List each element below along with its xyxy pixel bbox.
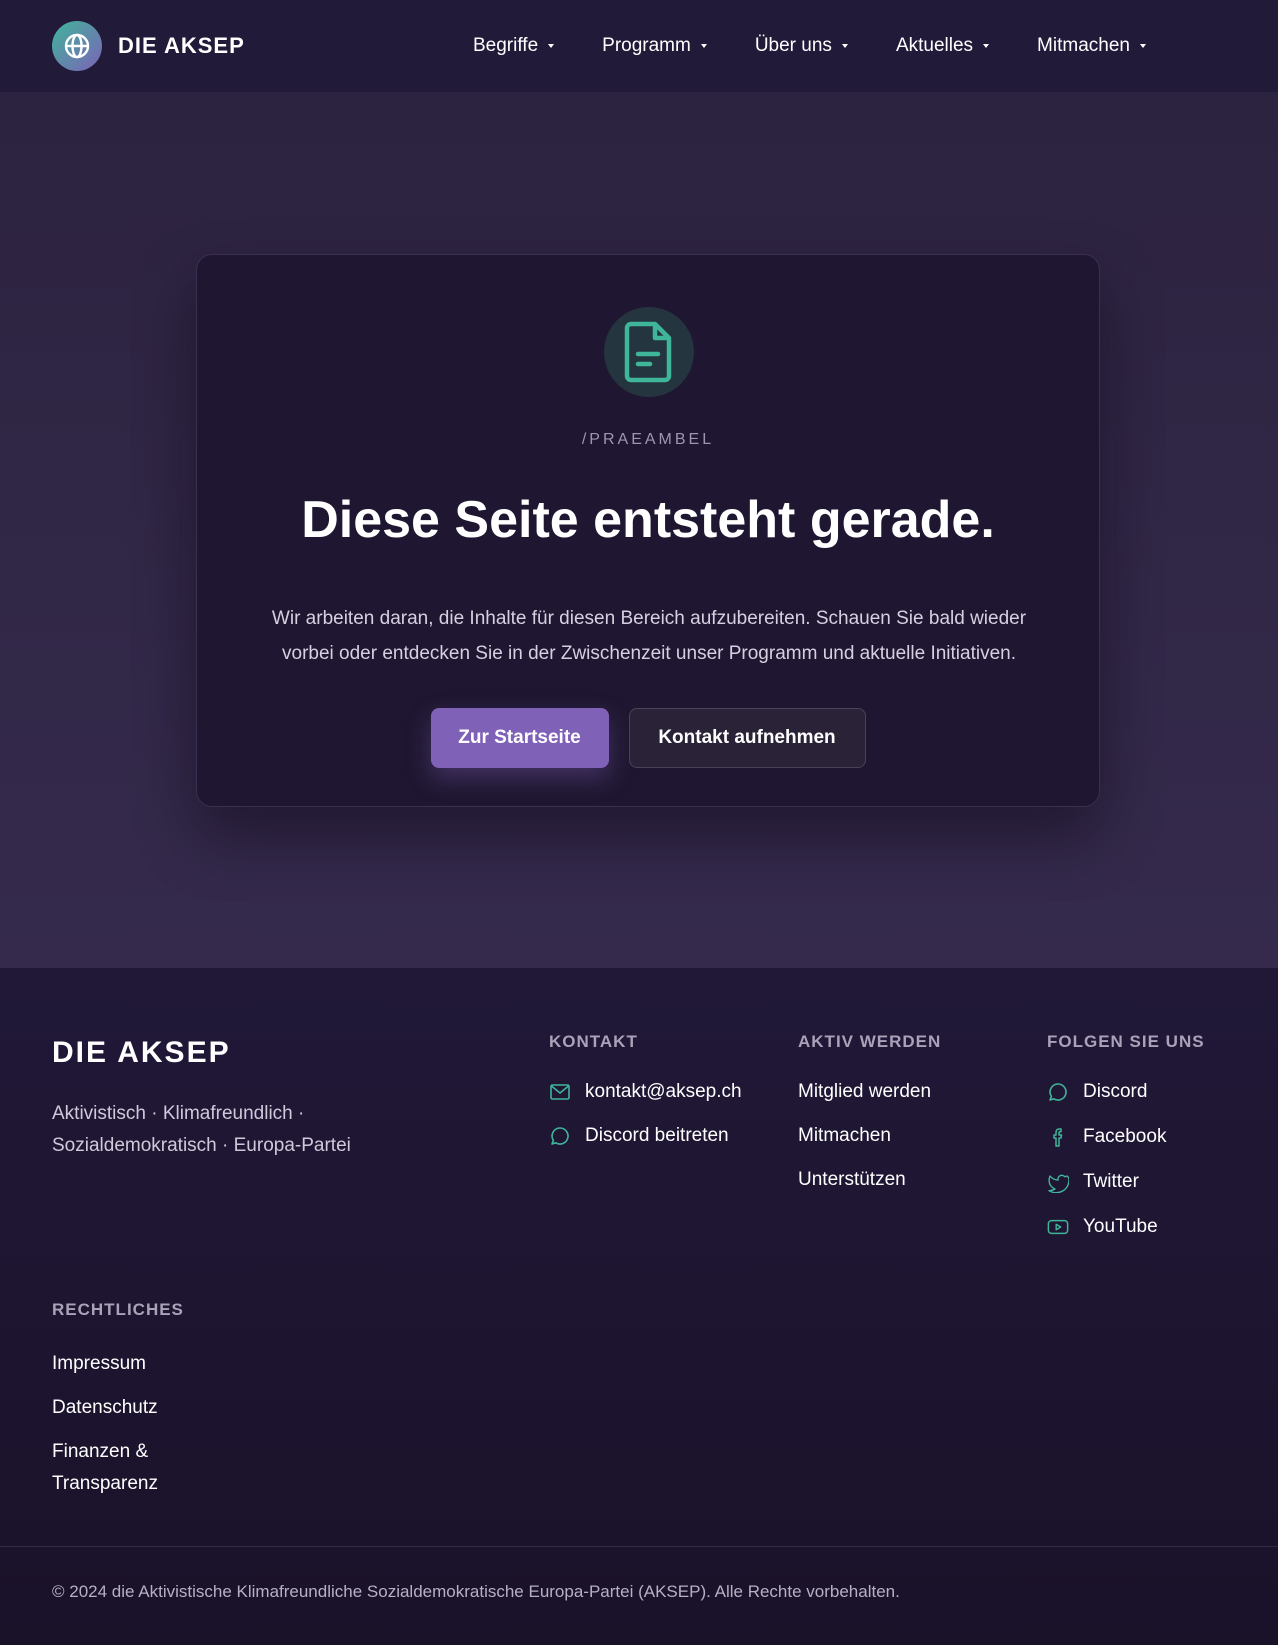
card-description: Wir arbeiten daran, die Inhalte für dies… [271, 608, 1027, 664]
imprint-link[interactable]: Impressum [52, 1348, 192, 1380]
route-label: /PRAEAMBEL [581, 431, 715, 448]
social-label: Discord [1083, 1081, 1148, 1102]
email-label: kontakt@aksep.ch [585, 1081, 742, 1102]
nav-item-label: Aktuelles [895, 35, 974, 56]
facebook-icon [1047, 1126, 1069, 1148]
caret-down-icon [700, 44, 707, 48]
social-link-youtube[interactable]: YouTube [1047, 1215, 1205, 1239]
twitter-icon [1047, 1171, 1069, 1193]
globe-logo-icon [52, 21, 102, 71]
discord-join-label: Discord beitreten [585, 1125, 729, 1146]
social-link-discord[interactable]: Discord [1047, 1080, 1205, 1104]
nav-item-programm[interactable]: Programm [602, 0, 707, 92]
home-button[interactable]: Zur Startseite [430, 708, 609, 768]
social-link-twitter[interactable]: Twitter [1047, 1170, 1205, 1194]
discord-icon [1047, 1081, 1069, 1103]
footer-heading: AKTIV WERDEN [798, 1032, 942, 1051]
social-label: YouTube [1083, 1216, 1158, 1237]
discord-join-link[interactable]: Discord beitreten [549, 1124, 742, 1148]
button-row: Zur Startseite Kontakt aufnehmen [197, 708, 1099, 768]
support-link[interactable]: Unterstützen [798, 1168, 941, 1192]
page-title: Diese Seite entsteht gerade. [301, 491, 995, 549]
footer-tagline: Aktivistisch · Klimafreundlich · Soziald… [52, 1103, 351, 1156]
caret-down-icon [1139, 44, 1146, 48]
footer-activity-column: AKTIV WERDEN Mitglied werden Mitmachen U… [798, 1032, 941, 1212]
become-member-link[interactable]: Mitglied werden [798, 1080, 941, 1104]
nav-item-mitmachen[interactable]: Mitmachen [1037, 0, 1146, 92]
site-footer: DIE AKSEP Aktivistisch · Klimafreundlich… [0, 968, 1278, 1645]
contact-button[interactable]: Kontakt aufnehmen [628, 708, 866, 768]
footer-social-column: FOLGEN SIE UNS Discord Facebook Twitter … [1047, 1032, 1205, 1260]
youtube-icon [1047, 1216, 1069, 1238]
footer-divider [0, 1546, 1278, 1547]
footer-heading: FOLGEN SIE UNS [1047, 1032, 1205, 1051]
under-construction-card: /PRAEAMBEL Diese Seite entsteht gerade. … [196, 254, 1100, 807]
footer-heading: KONTAKT [549, 1032, 638, 1051]
privacy-link[interactable]: Datenschutz [52, 1392, 192, 1424]
finance-transparency-link[interactable]: Finanzen & Transparenz [52, 1436, 192, 1500]
participate-link[interactable]: Mitmachen [798, 1124, 941, 1148]
nav-item-aktuelles[interactable]: Aktuelles [895, 0, 990, 92]
social-label: Facebook [1083, 1126, 1167, 1147]
nav-item-ueber-uns[interactable]: Über uns [755, 0, 848, 92]
nav-item-label: Begriffe [473, 35, 539, 56]
social-label: Twitter [1083, 1171, 1139, 1192]
chat-icon [549, 1125, 571, 1147]
nav-item-begriffe[interactable]: Begriffe [473, 0, 555, 92]
caret-down-icon [548, 44, 555, 48]
social-link-facebook[interactable]: Facebook [1047, 1125, 1205, 1149]
footer-heading: RECHTLICHES [52, 1300, 184, 1319]
home-logo-link[interactable]: DIE AKSEP [52, 21, 245, 71]
mail-icon [549, 1081, 571, 1103]
footer-contact-column: KONTAKT kontakt@aksep.ch Discord beitret… [549, 1032, 742, 1168]
nav-item-label: Über uns [754, 35, 832, 56]
nav-item-label: Mitmachen [1037, 35, 1130, 56]
caret-down-icon [841, 44, 848, 48]
footer-brand: DIE AKSEP [52, 1036, 231, 1069]
main-nav: Begriffe Programm Über uns Aktuelles Mit… [473, 0, 1146, 92]
document-icon [604, 307, 694, 397]
caret-down-icon [983, 44, 990, 48]
footer-legal-column: RECHTLICHES Impressum Datenschutz Finanz… [52, 1300, 192, 1512]
main-content: /PRAEAMBEL Diese Seite entsteht gerade. … [0, 92, 1278, 968]
nav-item-label: Programm [602, 35, 691, 56]
brand-name: DIE AKSEP [118, 33, 245, 58]
email-link[interactable]: kontakt@aksep.ch [549, 1080, 742, 1104]
site-header: DIE AKSEP Begriffe Programm Über uns Akt… [0, 0, 1278, 92]
copyright-text: © 2024 die Aktivistische Klimafreundlich… [52, 1582, 900, 1601]
